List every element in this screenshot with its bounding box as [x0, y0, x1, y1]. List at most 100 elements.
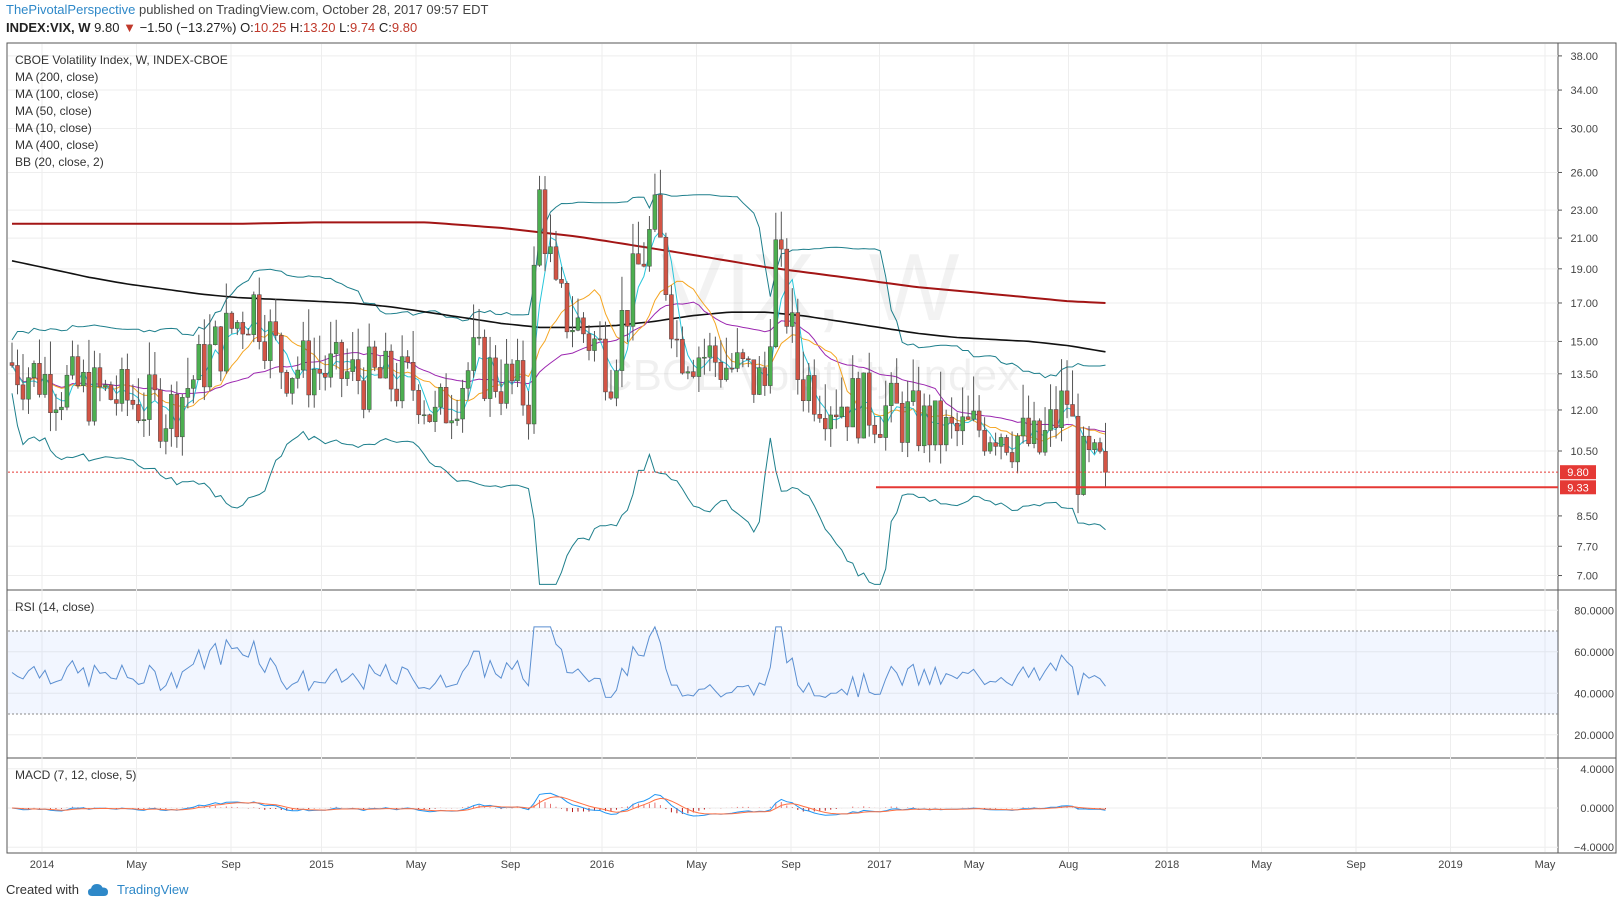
candle-body — [647, 229, 652, 267]
price-tick-label: 7.70 — [1577, 541, 1598, 553]
candle-body — [746, 358, 751, 361]
candle-body — [147, 374, 152, 420]
time-tick-label: Sep — [221, 859, 241, 871]
rsi-tick-label: 20.0000 — [1574, 730, 1614, 742]
candle-body — [432, 406, 438, 422]
candle-body — [344, 371, 350, 379]
candle-body — [630, 253, 636, 327]
time-tick-label: 2015 — [309, 859, 333, 871]
candle-body — [812, 375, 817, 415]
candle-body — [702, 356, 707, 359]
candle-body — [26, 377, 31, 400]
candle-body — [306, 340, 311, 396]
support-price-tag-text: 9.33 — [1567, 482, 1588, 494]
candle-body — [877, 434, 883, 438]
candle-body — [1092, 442, 1097, 450]
legend-ma100: MA (100, close) — [15, 87, 98, 101]
candle-body — [795, 312, 801, 380]
candle-body — [377, 367, 383, 379]
price-tick-label: 23.00 — [1570, 205, 1598, 217]
candle-body — [268, 321, 273, 361]
candle-body — [564, 283, 570, 333]
candle-body — [273, 321, 279, 336]
candle-body — [169, 394, 174, 429]
candle-body — [498, 391, 504, 404]
chart-canvas[interactable]: VIX, W CBOE Volatility Index 38.0034.003… — [0, 0, 1623, 908]
candle-body — [685, 371, 691, 374]
candle-body — [1004, 437, 1009, 453]
candle-body — [471, 337, 476, 371]
candle-body — [1020, 417, 1026, 437]
candle-body — [410, 362, 416, 391]
candle-body — [559, 279, 564, 284]
candle-body — [15, 365, 20, 386]
candle-body — [1103, 451, 1108, 473]
time-tick-label: Aug — [1059, 859, 1079, 871]
candle-body — [388, 350, 394, 390]
price-tick-label: 12.00 — [1570, 405, 1598, 417]
last-price-tag-text: 9.80 — [1567, 467, 1588, 479]
candle-body — [20, 384, 26, 400]
time-tick-label: Sep — [1346, 859, 1366, 871]
candle-body — [185, 388, 191, 398]
candle-body — [174, 394, 180, 438]
candle-body — [724, 367, 729, 380]
tradingview-link[interactable]: TradingView — [117, 882, 189, 897]
candle-body — [207, 344, 213, 388]
tradingview-cloud-icon — [87, 883, 108, 896]
candle-body — [42, 374, 48, 395]
candle-body — [971, 410, 976, 420]
price-tick-label: 10.50 — [1570, 446, 1598, 458]
candle-body — [965, 416, 971, 420]
candle-body — [64, 374, 70, 408]
candle-body — [834, 414, 839, 418]
candle-body — [735, 352, 740, 369]
candle-body — [779, 239, 784, 250]
macd-tick-label: −4.0000 — [1574, 842, 1614, 854]
candle-body — [652, 194, 658, 230]
candle-body — [476, 336, 482, 339]
legend-ma200: MA (200, close) — [15, 70, 98, 84]
candle-body — [53, 409, 59, 413]
candle-body — [372, 346, 377, 368]
legend-bb: BB (20, close, 2) — [15, 155, 104, 169]
price-tick-label: 30.00 — [1570, 124, 1598, 136]
time-tick-label: 2014 — [30, 859, 54, 871]
candle-body — [279, 335, 284, 373]
candle-body — [224, 312, 229, 372]
candle-body — [97, 367, 103, 388]
candle-body — [1097, 442, 1103, 452]
candle-body — [416, 390, 421, 416]
candle-body — [59, 406, 64, 411]
price-tick-label: 21.00 — [1570, 233, 1598, 245]
candle-body — [229, 312, 235, 329]
candle-body — [493, 357, 498, 392]
candle-body — [9, 362, 15, 366]
candle-body — [48, 374, 53, 413]
candle-body — [768, 346, 773, 386]
candle-body — [696, 357, 702, 377]
candle-body — [1042, 430, 1048, 453]
price-tick-label: 13.50 — [1570, 369, 1598, 381]
time-tick-label: May — [1535, 859, 1556, 871]
candle-body — [707, 345, 713, 358]
candle-body — [1070, 404, 1075, 417]
candle-body — [531, 264, 537, 425]
candle-body — [108, 384, 114, 400]
candle-body — [526, 404, 531, 425]
candle-body — [883, 405, 888, 438]
candle-body — [311, 369, 317, 396]
candle-body — [823, 418, 828, 430]
candle-body — [31, 363, 37, 378]
candle-body — [487, 357, 493, 399]
candle-body — [1031, 420, 1037, 444]
candle-body — [669, 294, 674, 340]
candle-body — [960, 416, 965, 432]
macd-axis: 4.0000 0.0000 −4.0000 — [1574, 764, 1614, 854]
candle-body — [125, 369, 130, 401]
candle-body — [515, 360, 520, 382]
candle-body — [658, 194, 663, 238]
candle-body — [449, 420, 454, 424]
candle-body — [1064, 390, 1070, 405]
candle-body — [932, 400, 938, 446]
